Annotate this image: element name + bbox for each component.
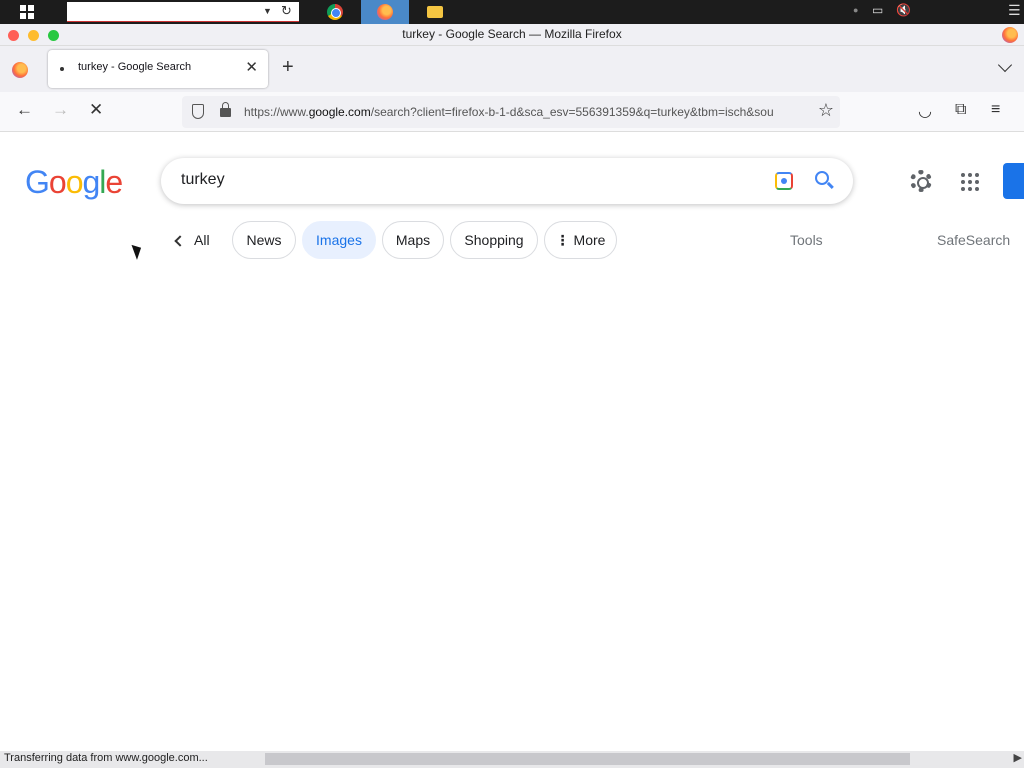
hamburger-menu-icon[interactable]: ≡ — [991, 101, 1000, 119]
google-lens-icon[interactable] — [775, 172, 793, 190]
taskbar-app-firefox[interactable] — [361, 0, 409, 24]
list-all-tabs-icon[interactable] — [997, 57, 1013, 73]
status-text: Transferring data from www.google.com... — [4, 752, 208, 764]
folder-icon — [427, 6, 443, 18]
windows-start-icon[interactable] — [20, 5, 34, 19]
search-icon[interactable] — [815, 171, 829, 185]
google-apps-icon[interactable] — [961, 173, 979, 191]
new-tab-button[interactable]: + — [282, 56, 294, 79]
refresh-icon[interactable]: ↻ — [281, 3, 292, 19]
sign-in-button[interactable] — [1003, 163, 1024, 199]
tab-label: turkey - Google Search — [78, 61, 192, 73]
filter-chip-news[interactable]: News — [232, 221, 296, 259]
chevron-left-icon — [174, 235, 186, 247]
stop-loading-button[interactable]: ✕ — [89, 100, 103, 120]
notification-icon[interactable]: ☰ — [1008, 2, 1021, 26]
url-domain: google.com — [308, 105, 371, 119]
safesearch-button[interactable]: SafeSearch — [937, 232, 1010, 248]
lock-icon[interactable] — [220, 102, 231, 117]
dropdown-arrow-icon[interactable]: ▼ — [263, 6, 272, 16]
firefox-view-icon[interactable] — [12, 62, 28, 78]
url-prefix: https://www. — [244, 105, 309, 119]
firefox-icon — [1002, 27, 1018, 43]
status-bar: Transferring data from www.google.com...… — [0, 751, 1024, 768]
chrome-icon — [327, 4, 343, 20]
tools-button[interactable]: Tools — [790, 232, 823, 248]
settings-gear-icon[interactable] — [910, 170, 932, 192]
os-taskbar: ▼ ↻ ● ▭ 🔇 ☰ — [0, 0, 1024, 24]
google-logo[interactable]: Google — [25, 164, 123, 201]
navigation-toolbar: ← → ✕ https://www.google.com/search?clie… — [0, 92, 1024, 132]
taskbar-app-chrome[interactable] — [311, 0, 359, 24]
close-tab-icon[interactable]: ✕ — [245, 58, 258, 76]
extensions-icon[interactable]: ⧉ — [955, 101, 966, 119]
tab-bar: turkey - Google Search ✕ + — [0, 46, 1024, 92]
url-text[interactable]: https://www.google.com/search?client=fir… — [244, 105, 806, 119]
back-button[interactable]: ← — [16, 100, 33, 120]
more-vertical-icon: ⋮ — [555, 232, 570, 248]
loading-dot-icon — [60, 67, 64, 71]
scroll-right-arrow-icon[interactable]: ▶ — [1014, 751, 1022, 764]
forward-button[interactable]: → — [52, 100, 69, 120]
search-input[interactable] — [181, 171, 741, 189]
filter-all-label: All — [194, 232, 210, 248]
google-search-page: Google All News Images Maps Shopping ⋮Mo… — [0, 132, 1024, 752]
search-box[interactable] — [161, 158, 853, 204]
taskbar-search-field[interactable]: ▼ ↻ — [67, 2, 299, 22]
window-titlebar: turkey - Google Search — Mozilla Firefox — [0, 24, 1024, 46]
tab-google-search[interactable]: turkey - Google Search ✕ — [48, 50, 268, 88]
filter-chip-more-label: More — [573, 232, 606, 248]
filter-all[interactable]: All — [174, 232, 210, 248]
window-title: turkey - Google Search — Mozilla Firefox — [402, 27, 622, 41]
bookmark-star-icon[interactable]: ☆ — [818, 100, 834, 121]
filter-chip-more[interactable]: ⋮ More — [544, 221, 617, 259]
filter-chip-shopping[interactable]: Shopping — [450, 221, 538, 259]
pocket-icon[interactable]: ◡ — [918, 101, 932, 121]
tracking-protection-shield-icon[interactable] — [192, 104, 204, 119]
url-path: /search?client=firefox-b-1-d&sca_esv=556… — [370, 105, 774, 119]
filter-chip-images[interactable]: Images — [302, 221, 376, 259]
filter-chip-maps[interactable]: Maps — [382, 221, 444, 259]
horizontal-scrollbar[interactable] — [265, 753, 910, 765]
firefox-icon — [377, 4, 393, 20]
url-bar[interactable]: https://www.google.com/search?client=fir… — [182, 96, 840, 128]
taskbar-app-file-explorer[interactable] — [411, 0, 459, 24]
